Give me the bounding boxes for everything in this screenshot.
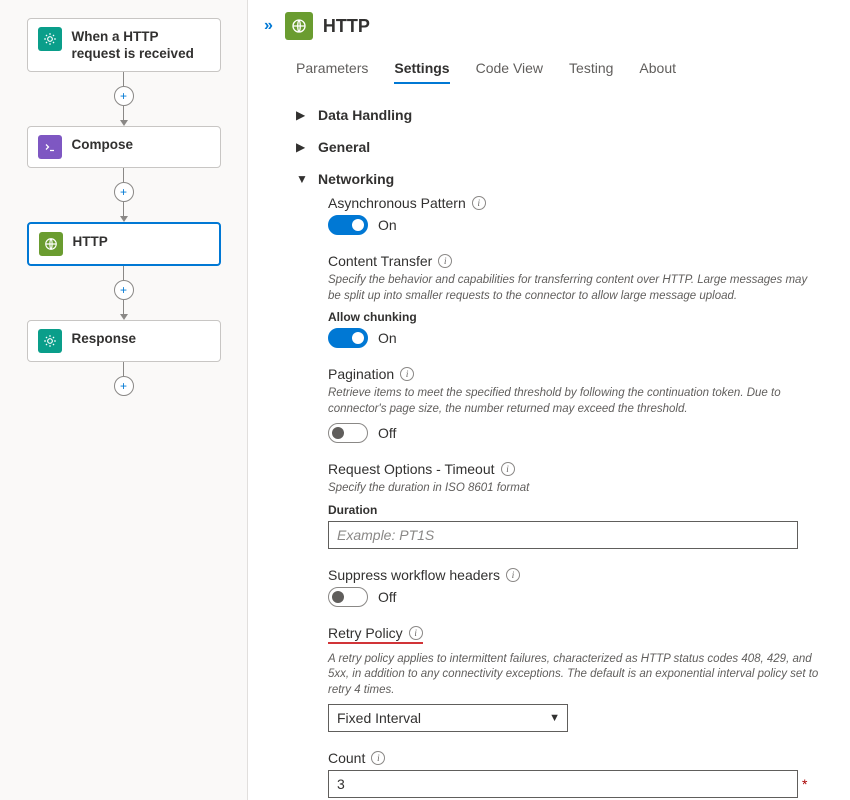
async-pattern-toggle[interactable] xyxy=(328,215,368,235)
connector: + xyxy=(12,362,235,396)
pane-header: » HTTP xyxy=(262,12,832,40)
setting-label: Content Transfer xyxy=(328,253,432,269)
info-icon[interactable]: i xyxy=(438,254,452,268)
setting-content-transfer: Content Transfer i Specify the behavior … xyxy=(328,253,822,348)
section-general[interactable]: ▶ General xyxy=(262,131,832,163)
http-icon xyxy=(285,12,313,40)
retry-policy-select[interactable] xyxy=(328,704,568,732)
setting-label: Asynchronous Pattern xyxy=(328,195,466,211)
details-pane: » HTTP Parameters Settings Code View Tes… xyxy=(248,0,850,800)
toggle-state: On xyxy=(378,330,397,346)
help-text: A retry policy applies to intermittent f… xyxy=(328,652,822,699)
chevron-down-icon: ▼ xyxy=(296,172,308,186)
tab-testing[interactable]: Testing xyxy=(569,54,613,84)
node-http-request[interactable]: When a HTTP request is received xyxy=(27,18,221,72)
connector: + xyxy=(12,266,235,320)
section-title: General xyxy=(318,139,370,155)
node-label: Compose xyxy=(72,135,134,154)
section-data-handling[interactable]: ▶ Data Handling xyxy=(262,99,832,131)
pane-title: HTTP xyxy=(323,16,370,37)
setting-suppress-headers: Suppress workflow headers i Off xyxy=(328,567,822,607)
compose-icon xyxy=(38,135,62,159)
section-title: Networking xyxy=(318,171,394,187)
http-icon xyxy=(39,232,63,256)
toggle-state: On xyxy=(378,217,397,233)
duration-input[interactable] xyxy=(328,521,798,549)
help-text: Specify the behavior and capabilities fo… xyxy=(328,273,822,304)
info-icon[interactable]: i xyxy=(400,367,414,381)
collapse-pane-button[interactable]: » xyxy=(262,15,275,37)
tab-about[interactable]: About xyxy=(639,54,676,84)
pagination-toggle[interactable] xyxy=(328,423,368,443)
help-text: Specify the duration in ISO 8601 format xyxy=(328,481,822,497)
suppress-headers-toggle[interactable] xyxy=(328,587,368,607)
duration-label: Duration xyxy=(328,503,822,517)
add-step-button[interactable]: + xyxy=(114,182,134,202)
setting-label: Suppress workflow headers xyxy=(328,567,500,583)
add-step-button[interactable]: + xyxy=(114,86,134,106)
info-icon[interactable]: i xyxy=(472,196,486,210)
add-step-button[interactable]: + xyxy=(114,376,134,396)
networking-body: Asynchronous Pattern i On Content Transf… xyxy=(262,195,832,800)
connector: + xyxy=(12,168,235,222)
tab-settings[interactable]: Settings xyxy=(394,54,449,84)
node-label: Response xyxy=(72,329,137,348)
chevron-right-icon: ▶ xyxy=(296,140,308,154)
node-response[interactable]: Response xyxy=(27,320,221,362)
connector: + xyxy=(12,72,235,126)
tab-code-view[interactable]: Code View xyxy=(476,54,543,84)
toggle-state: Off xyxy=(378,589,396,605)
chevron-right-icon: ▶ xyxy=(296,108,308,122)
setting-label: Request Options - Timeout xyxy=(328,461,495,477)
node-http[interactable]: HTTP xyxy=(27,222,221,266)
info-icon[interactable]: i xyxy=(409,626,423,640)
node-compose[interactable]: Compose xyxy=(27,126,221,168)
allow-chunking-toggle[interactable] xyxy=(328,328,368,348)
node-label: HTTP xyxy=(73,232,108,251)
count-input[interactable] xyxy=(328,770,798,798)
section-networking[interactable]: ▼ Networking xyxy=(262,163,832,195)
setting-label: Retry Policy xyxy=(328,625,403,641)
setting-async-pattern: Asynchronous Pattern i On xyxy=(328,195,822,235)
setting-retry-policy: Retry Policy i A retry policy applies to… xyxy=(328,625,822,733)
setting-pagination: Pagination i Retrieve items to meet the … xyxy=(328,366,822,443)
info-icon[interactable]: i xyxy=(501,462,515,476)
help-text: Retrieve items to meet the specified thr… xyxy=(328,386,822,417)
http-request-icon xyxy=(38,27,62,51)
setting-timeout: Request Options - Timeout i Specify the … xyxy=(328,461,822,549)
response-icon xyxy=(38,329,62,353)
required-indicator: * xyxy=(802,776,807,792)
toggle-state: Off xyxy=(378,425,396,441)
add-step-button[interactable]: + xyxy=(114,280,134,300)
node-label: When a HTTP request is received xyxy=(72,27,210,63)
setting-retry-count: Count i * xyxy=(328,750,822,798)
setting-label: Count xyxy=(328,750,365,766)
tabs: Parameters Settings Code View Testing Ab… xyxy=(296,54,832,85)
info-icon[interactable]: i xyxy=(506,568,520,582)
info-icon[interactable]: i xyxy=(371,751,385,765)
tab-parameters[interactable]: Parameters xyxy=(296,54,368,84)
section-title: Data Handling xyxy=(318,107,412,123)
setting-label: Pagination xyxy=(328,366,394,382)
workflow-canvas: When a HTTP request is received + Compos… xyxy=(0,0,248,800)
allow-chunking-label: Allow chunking xyxy=(328,310,822,324)
